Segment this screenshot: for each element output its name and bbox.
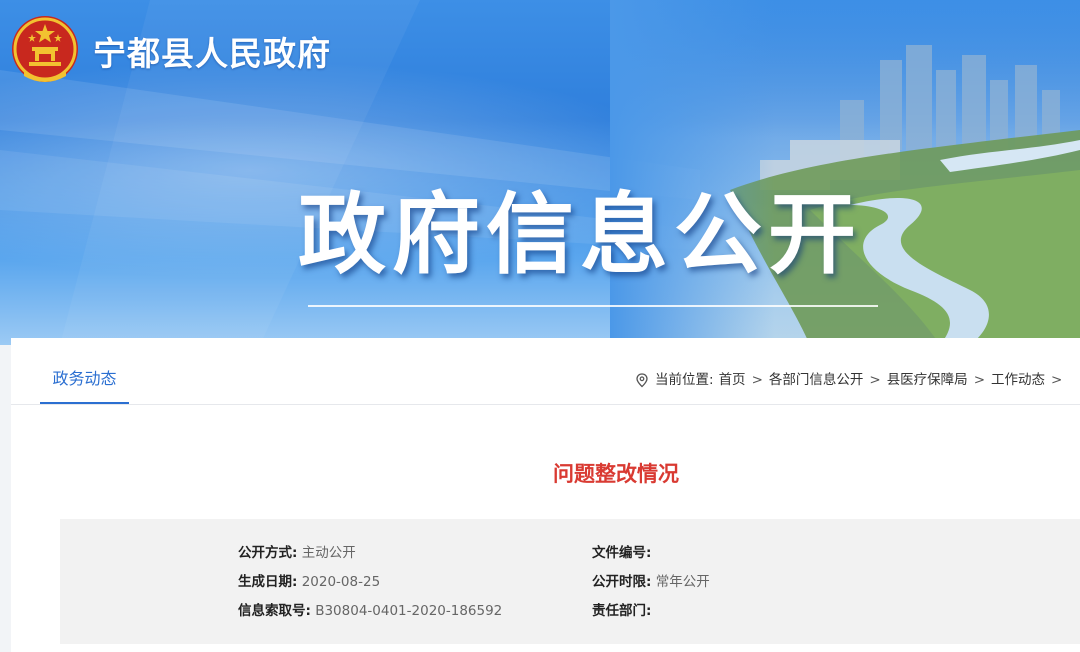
meta-doc-number: 文件编号: bbox=[592, 543, 651, 563]
tab-bar: 政务动态 当前位置: 首页 > 各部门信息公开 > 县医疗保障局 > 工作动态 … bbox=[11, 338, 1080, 405]
meta-value: 2020-08-25 bbox=[301, 574, 381, 590]
location-pin-icon bbox=[636, 372, 648, 387]
breadcrumb-separator: > bbox=[869, 372, 881, 388]
meta-date: 生成日期: 2020-08-25 bbox=[238, 572, 380, 592]
meta-value: 常年公开 bbox=[655, 574, 710, 590]
breadcrumb-work-news[interactable]: 工作动态 bbox=[991, 369, 1045, 391]
meta-label: 公开方式: bbox=[238, 545, 298, 561]
breadcrumb-home[interactable]: 首页 bbox=[719, 369, 746, 391]
hero-title: 政府信息公开 bbox=[298, 183, 863, 286]
meta-label: 信息索取号: bbox=[238, 603, 311, 619]
meta-value: 主动公开 bbox=[301, 545, 356, 561]
breadcrumb-dept-info[interactable]: 各部门信息公开 bbox=[769, 369, 864, 391]
tab-news[interactable]: 政务动态 bbox=[40, 362, 129, 404]
national-emblem-icon bbox=[12, 16, 78, 82]
breadcrumb-separator: > bbox=[973, 372, 985, 388]
meta-department: 责任部门: bbox=[592, 601, 651, 621]
article-title: 问题整改情况 bbox=[553, 462, 679, 486]
site-name[interactable]: 宁都县人民政府 bbox=[93, 30, 331, 78]
breadcrumb-prefix: 当前位置: bbox=[655, 372, 714, 388]
header-banner: 宁都县人民政府 政府信息公开 bbox=[0, 0, 1080, 345]
meta-label: 责任部门: bbox=[592, 603, 652, 619]
meta-period: 公开时限: 常年公开 bbox=[592, 572, 710, 592]
metadata-panel: 公开方式: 主动公开 生成日期: 2020-08-25 信息索取号: B3080… bbox=[60, 519, 1080, 644]
content-card: 政务动态 当前位置: 首页 > 各部门信息公开 > 县医疗保障局 > 工作动态 … bbox=[11, 338, 1080, 652]
breadcrumb-medical-bureau[interactable]: 县医疗保障局 bbox=[887, 369, 968, 391]
city-scenery-image bbox=[610, 0, 1080, 345]
breadcrumb: 当前位置: 首页 > 各部门信息公开 > 县医疗保障局 > 工作动态 > bbox=[635, 369, 1068, 391]
meta-open-method: 公开方式: 主动公开 bbox=[238, 543, 356, 563]
breadcrumb-separator: > bbox=[751, 372, 763, 388]
meta-label: 公开时限: bbox=[592, 574, 652, 590]
meta-value: B30804-0401-2020-186592 bbox=[315, 603, 503, 619]
meta-label: 文件编号: bbox=[592, 545, 652, 561]
hero-underline bbox=[308, 305, 878, 307]
meta-label: 生成日期: bbox=[238, 574, 298, 590]
meta-index-number: 信息索取号: B30804-0401-2020-186592 bbox=[238, 601, 502, 621]
breadcrumb-separator: > bbox=[1051, 372, 1063, 388]
